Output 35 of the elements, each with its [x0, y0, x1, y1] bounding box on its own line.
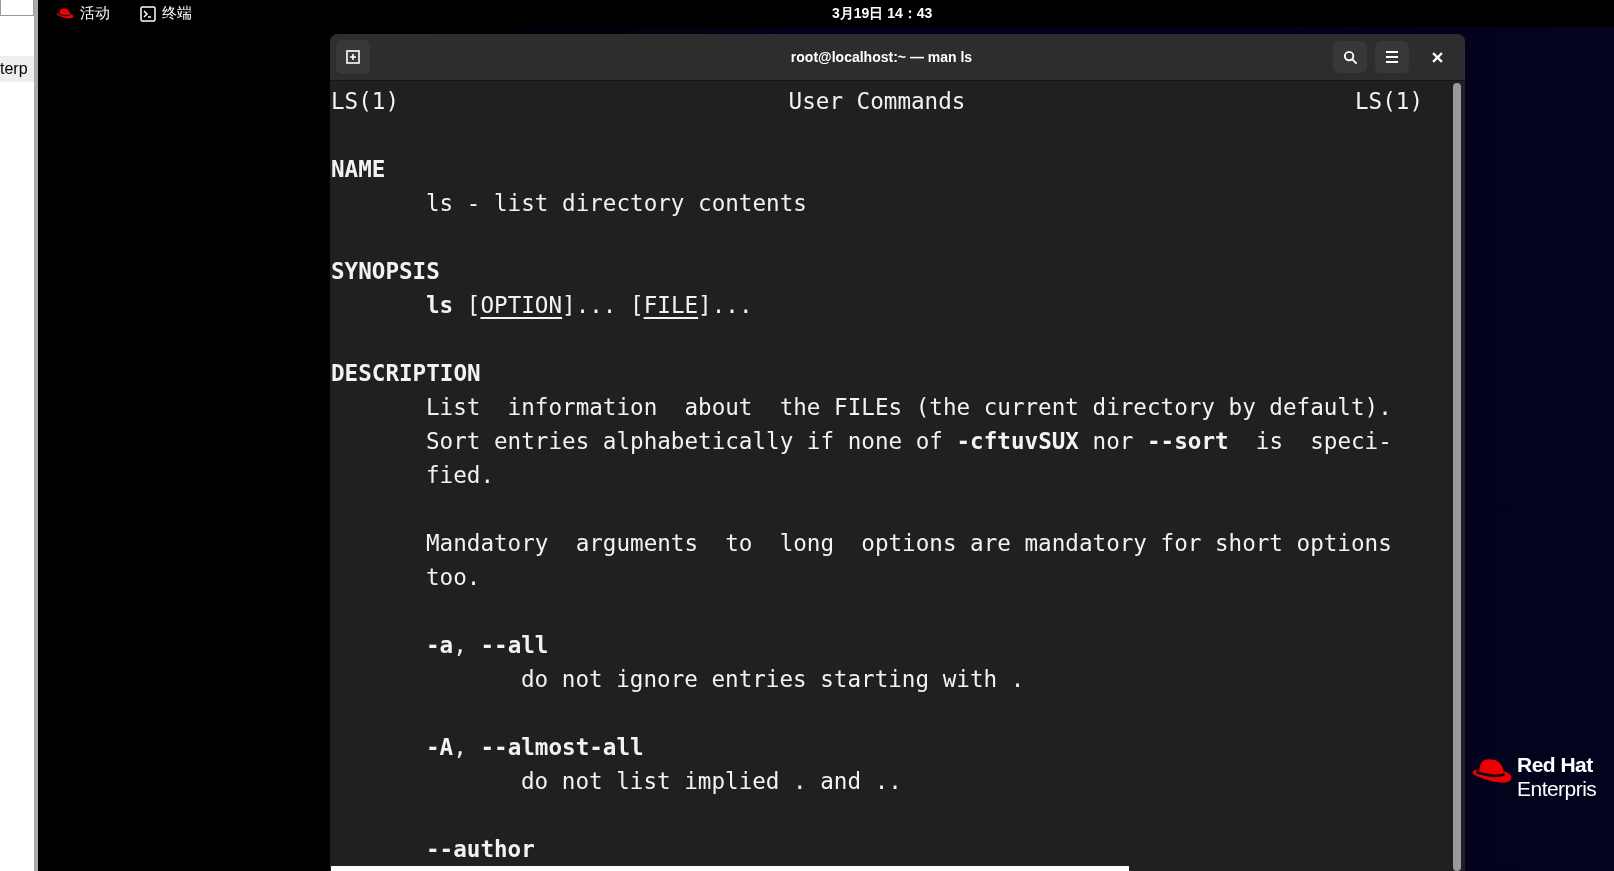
section-heading: DESCRIPTION	[331, 360, 481, 386]
man-text-line: too.	[426, 564, 481, 590]
man-text-line: do not ignore entries starting with .	[521, 666, 1025, 692]
new-tab-icon	[345, 49, 361, 65]
option-name: -a, --all	[426, 632, 549, 658]
man-header-text: LS(1)	[1355, 87, 1423, 116]
brand-name: Red Hat	[1517, 753, 1594, 777]
man-text-line: Sort entries alphabetically if none of -cftuvSUX nor --sort is speci-	[426, 428, 1392, 454]
hat-icon	[56, 7, 74, 20]
man-text-line: fied.	[426, 462, 494, 488]
activities-button[interactable]: 活动	[56, 2, 110, 25]
new-tab-button[interactable]	[336, 40, 370, 74]
menu-button[interactable]	[1375, 41, 1409, 73]
menu-icon	[1385, 51, 1399, 63]
search-button[interactable]	[1333, 41, 1367, 73]
clock[interactable]: 3月19日 14：43	[832, 3, 933, 24]
search-icon	[1342, 49, 1358, 65]
terminal-icon	[140, 5, 156, 22]
section-heading: NAME	[331, 156, 386, 182]
option-name: -A, --almost-all	[426, 734, 644, 760]
terminal-app-button[interactable]: 终端	[140, 2, 192, 25]
man-text-line: List information about the FILEs (the current directory by default).	[426, 394, 1392, 420]
dropdown-field[interactable]	[0, 0, 34, 16]
man-header-text: User Commands	[788, 87, 966, 116]
brand-subtitle: Enterpris	[1517, 777, 1597, 801]
man-text-line: ls [OPTION]... [FILE]...	[426, 292, 753, 318]
close-icon	[1431, 51, 1443, 63]
man-header-text: LS(1)	[331, 87, 399, 116]
window-title: root@localhost:~ — man ls	[790, 47, 973, 67]
man-text-line: do not list implied . and ..	[521, 768, 902, 794]
side-window-text: terp	[0, 59, 28, 79]
section-heading: SYNOPSIS	[331, 258, 440, 284]
man-text-line: ls - list directory contents	[426, 190, 807, 216]
option-name: --author	[426, 836, 535, 862]
man-text-line: Mandatory arguments to long options are mandatory for short options	[426, 530, 1392, 556]
